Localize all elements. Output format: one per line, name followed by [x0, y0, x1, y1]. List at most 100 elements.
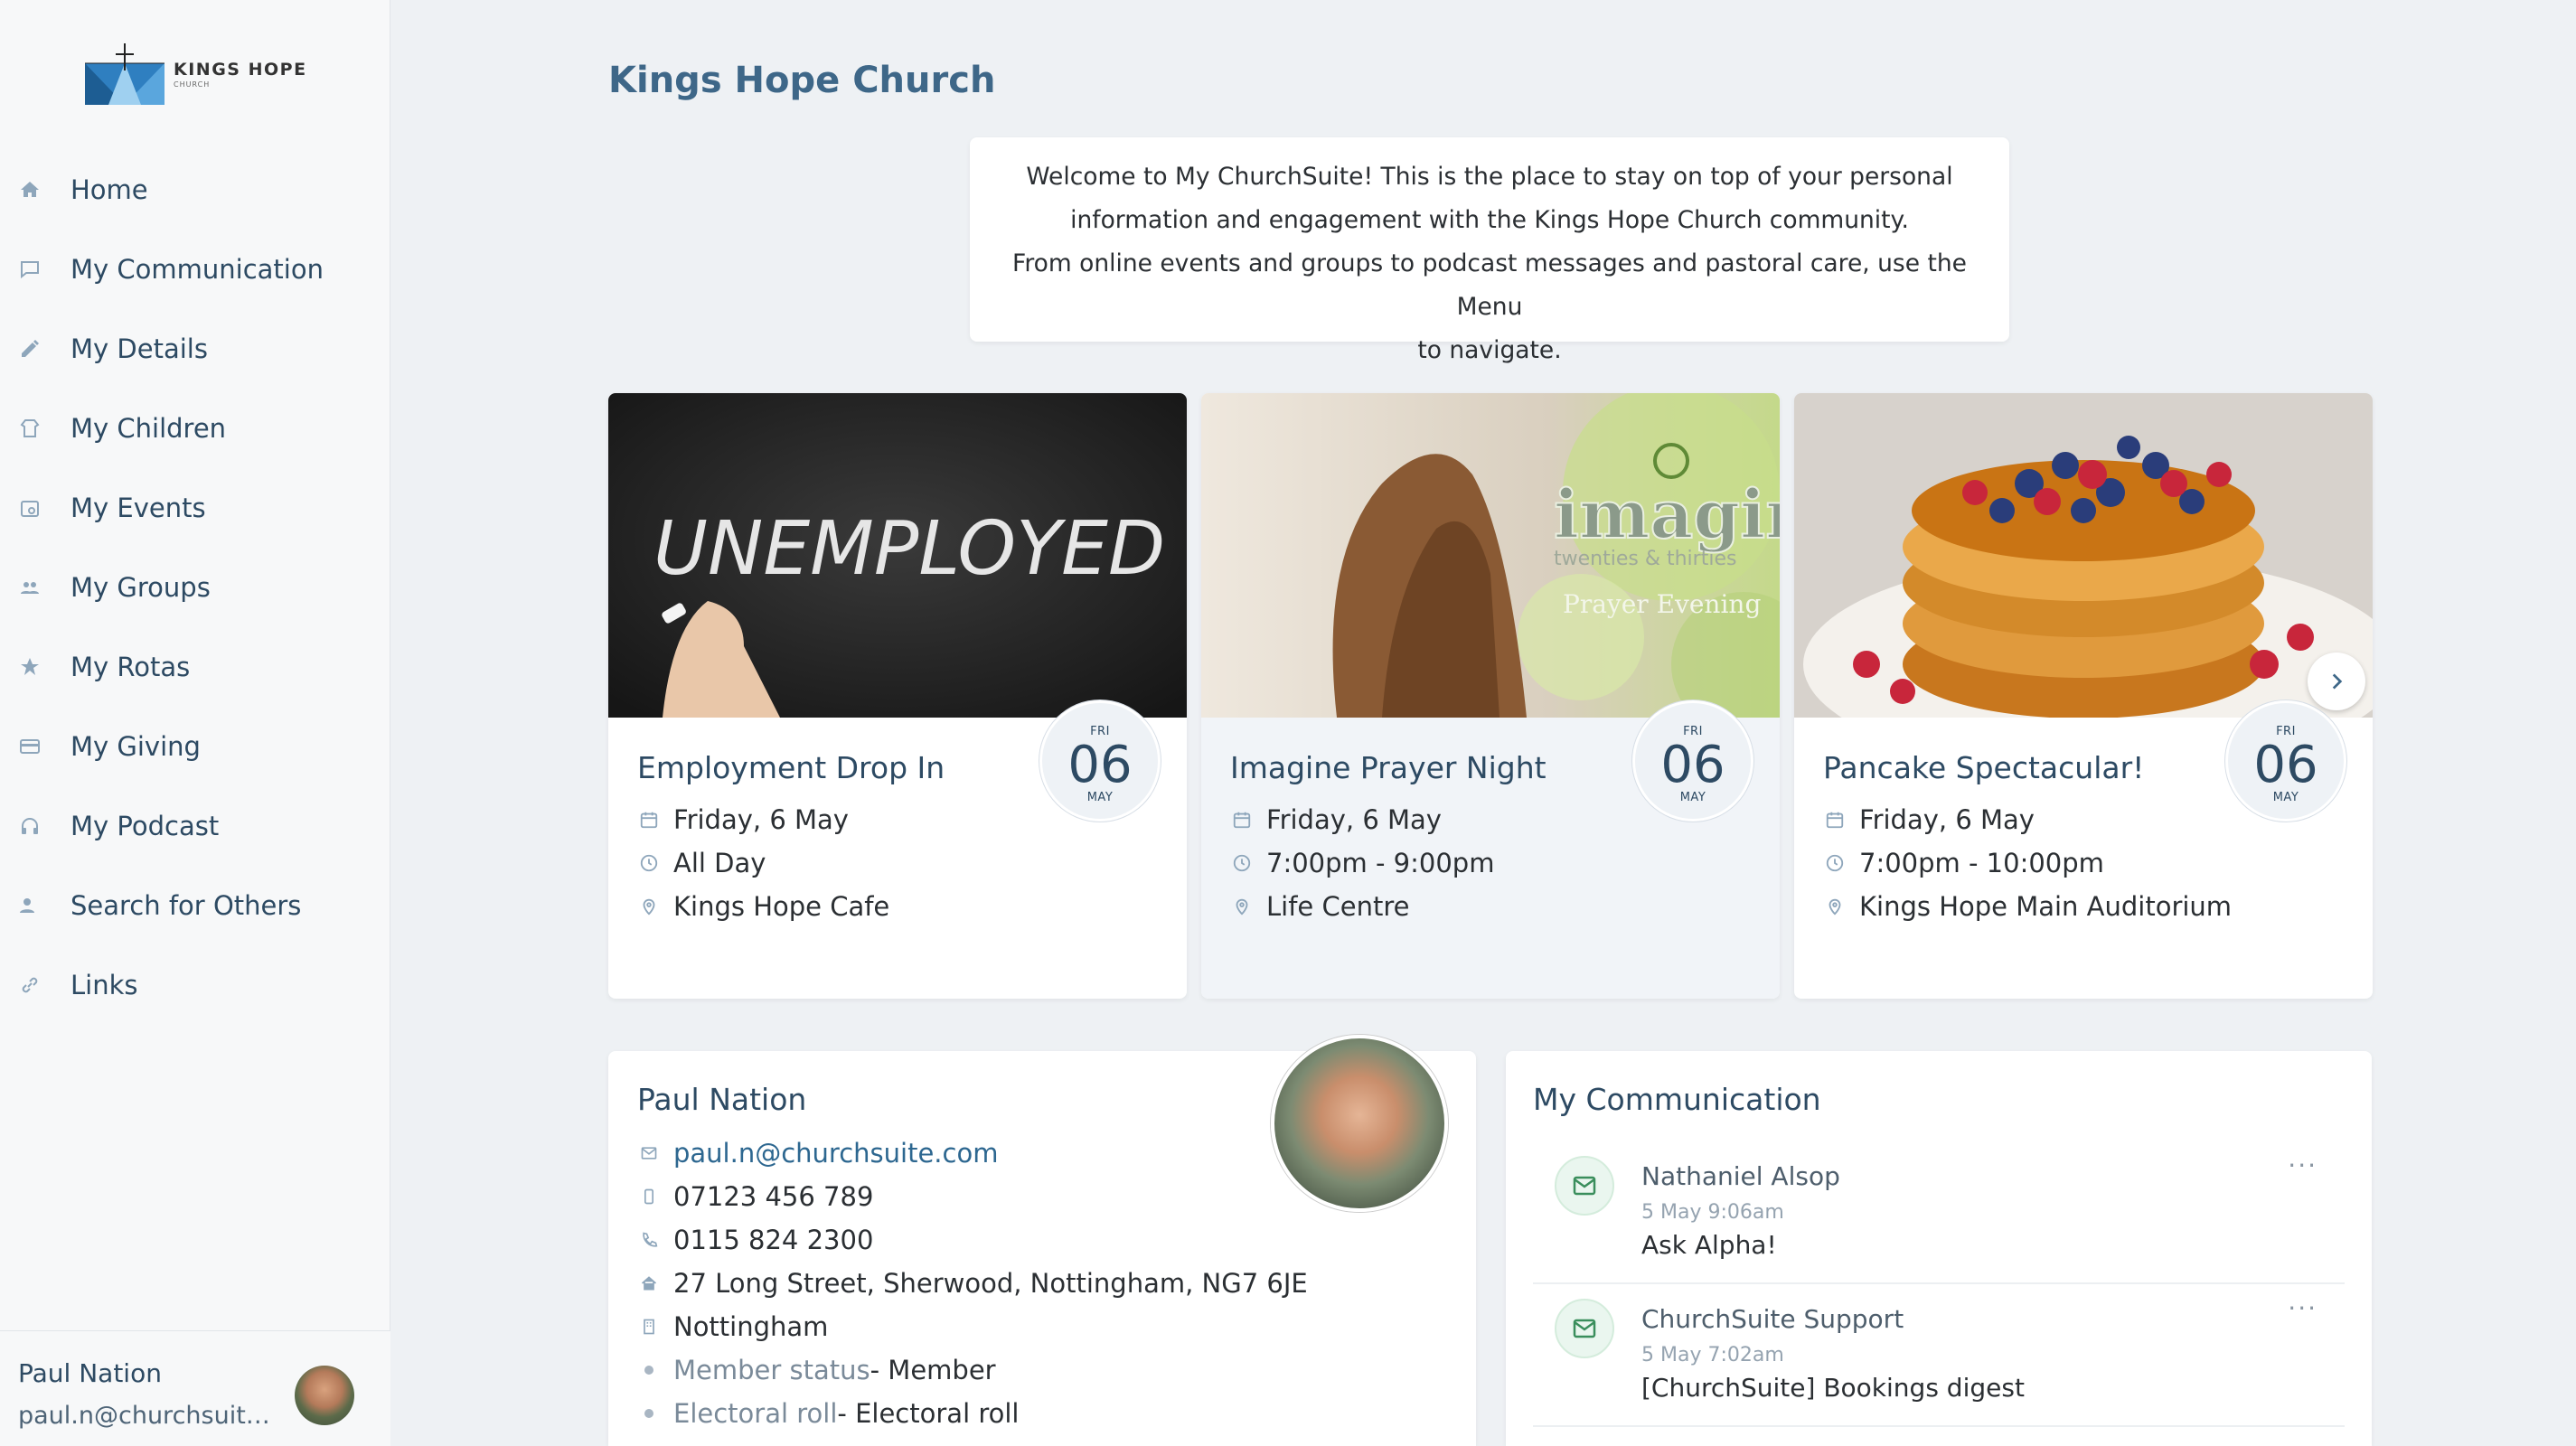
welcome-message: Welcome to My ChurchSuite! This is the p…: [970, 137, 2009, 364]
envelope-icon: [1555, 1156, 1614, 1216]
carousel-next-button[interactable]: [2308, 653, 2365, 710]
sidebar-item-my-children[interactable]: My Children: [0, 389, 390, 468]
event-image: UNEMPLOYED: [608, 393, 1187, 718]
envelope-icon: [1555, 1299, 1614, 1358]
event-time: 7:00pm - 10:00pm: [1823, 848, 2104, 878]
event-location: Life Centre: [1230, 891, 1409, 922]
chevron-right-icon: [2332, 673, 2343, 690]
sidebar-item-label: Search for Others: [71, 890, 302, 921]
sidebar-item-label: My Podcast: [71, 811, 220, 841]
map-pin-icon: [1823, 895, 1847, 918]
svg-text:Prayer Evening: Prayer Evening: [1563, 589, 1761, 619]
calendar-icon: [1230, 808, 1254, 831]
sidebar-item-label: My Children: [71, 413, 227, 444]
profile-address: 27 Long Street, Sherwood, Nottingham, NG…: [637, 1268, 1308, 1299]
event-title[interactable]: Employment Drop In: [637, 750, 945, 785]
clock-icon: [1823, 851, 1847, 875]
sidebar-item-my-communication[interactable]: My Communication: [0, 230, 390, 309]
sidebar-item-label: Home: [71, 174, 148, 205]
event-card-imagine-prayer-night[interactable]: imagine twenties & thirties Prayer Eveni…: [1201, 393, 1780, 999]
home-icon: [18, 178, 42, 202]
svg-text:imagine: imagine: [1554, 476, 1780, 554]
date-badge: FRI 06 MAY: [1039, 700, 1161, 822]
event-card-employment-drop-in[interactable]: UNEMPLOYED Employment Drop In Friday, 6 …: [608, 393, 1187, 999]
calendar-icon: [1823, 808, 1847, 831]
sidebar-item-my-details[interactable]: My Details: [0, 309, 390, 389]
clock-icon: [1230, 851, 1254, 875]
logo-text: KINGS HOPE CHURCH: [174, 60, 307, 89]
sidebar-item-search-for-others[interactable]: Search for Others: [0, 866, 390, 945]
event-date: Friday, 6 May: [1823, 804, 2035, 835]
envelope-icon: [637, 1141, 661, 1165]
event-time: All Day: [637, 848, 766, 878]
calendar-icon: [637, 808, 661, 831]
profile-email-link[interactable]: paul.n@churchsuite.com: [673, 1138, 998, 1169]
profile-avatar[interactable]: [1271, 1035, 1448, 1212]
avatar[interactable]: [295, 1366, 354, 1425]
star-icon: [18, 655, 42, 679]
event-location: Kings Hope Cafe: [637, 891, 889, 922]
date-badge: FRI 06 MAY: [1632, 700, 1753, 822]
message-subject: Ask Alpha!: [1641, 1230, 1777, 1260]
map-pin-icon: [637, 895, 661, 918]
event-title[interactable]: Imagine Prayer Night: [1230, 750, 1547, 785]
sidebar-item-label: My Rotas: [71, 652, 191, 682]
map-pin-icon: [1230, 895, 1254, 918]
church-logo[interactable]: KINGS HOPE CHURCH: [81, 43, 307, 107]
phone-icon: [637, 1228, 661, 1252]
more-options-icon[interactable]: ···: [2288, 1293, 2317, 1323]
profile-name: Paul Nation: [637, 1082, 807, 1117]
profile-site: Nottingham: [637, 1311, 828, 1342]
profile-member-status: Member status - Member: [637, 1355, 996, 1385]
profile-email: paul.n@churchsuite.com: [637, 1138, 998, 1169]
calendar-icon: [18, 496, 42, 520]
sidebar-item-my-groups[interactable]: My Groups: [0, 548, 390, 627]
bullet-icon: [637, 1358, 661, 1382]
bullet-icon: [637, 1402, 661, 1425]
message-sender: Nathaniel Alsop: [1641, 1161, 1840, 1191]
welcome-line: to navigate.: [1417, 336, 1562, 364]
sidebar-user-menu[interactable]: Paul Nation paul.n@churchsuite.com: [0, 1330, 390, 1446]
profile-electoral-roll: Electoral roll - Electoral roll: [637, 1398, 1019, 1429]
message-sender: ChurchSuite Support: [1641, 1304, 1904, 1334]
event-image: imagine twenties & thirties Prayer Eveni…: [1201, 393, 1780, 718]
event-card-pancake-spectacular[interactable]: Pancake Spectacular! Friday, 6 May 7:00p…: [1794, 393, 2373, 999]
logo-mark-icon: [85, 43, 165, 105]
sidebar-item-my-rotas[interactable]: My Rotas: [0, 627, 390, 707]
message-time: 5 May 7:02am: [1641, 1344, 1784, 1366]
list-item[interactable]: Nathaniel Alsop 5 May 9:06am Ask Alpha! …: [1533, 1141, 2345, 1284]
sidebar-item-my-podcast[interactable]: My Podcast: [0, 786, 390, 866]
message-time: 5 May 9:06am: [1641, 1201, 1784, 1224]
more-options-icon[interactable]: ···: [2288, 1150, 2317, 1180]
sidebar-item-label: My Giving: [71, 731, 201, 762]
sidebar-item-my-giving[interactable]: My Giving: [0, 707, 390, 786]
credit-card-icon: [18, 735, 42, 758]
sidebar-item-label: My Communication: [71, 254, 324, 285]
communication-card: My Communication Nathaniel Alsop 5 May 9…: [1506, 1051, 2372, 1446]
home-icon: [637, 1272, 661, 1295]
profile-phone: 0115 824 2300: [637, 1225, 873, 1255]
welcome-line: information and engagement with the King…: [1070, 206, 1909, 234]
sidebar-item-my-events[interactable]: My Events: [0, 468, 390, 548]
building-icon: [637, 1315, 661, 1338]
link-icon: [18, 973, 42, 997]
sidebar-user-name: Paul Nation: [18, 1358, 162, 1388]
sidebar-user-email: paul.n@churchsuite.com: [18, 1402, 271, 1430]
event-image: [1794, 393, 2373, 718]
person-search-icon: [18, 894, 42, 917]
logo-subtext: CHURCH: [174, 80, 211, 89]
svg-text:UNEMPLOYED: UNEMPLOYED: [653, 506, 1165, 592]
list-item[interactable]: ChurchSuite Support 5 May 7:02am [Church…: [1533, 1284, 2345, 1427]
sidebar-item-links[interactable]: Links: [0, 945, 390, 1025]
event-location: Kings Hope Main Auditorium: [1823, 891, 2232, 922]
mobile-phone-icon: [637, 1185, 661, 1208]
sidebar-item-label: My Groups: [71, 572, 211, 603]
sidebar-nav: Home My Communication My Details My Chil…: [0, 150, 390, 1025]
sidebar-item-home[interactable]: Home: [0, 150, 390, 230]
welcome-line: Welcome to My ChurchSuite! This is the p…: [1026, 163, 1953, 191]
event-time: 7:00pm - 9:00pm: [1230, 848, 1494, 878]
clock-icon: [637, 851, 661, 875]
headphones-icon: [18, 814, 42, 838]
people-icon: [18, 576, 42, 599]
event-title[interactable]: Pancake Spectacular!: [1823, 750, 2144, 785]
